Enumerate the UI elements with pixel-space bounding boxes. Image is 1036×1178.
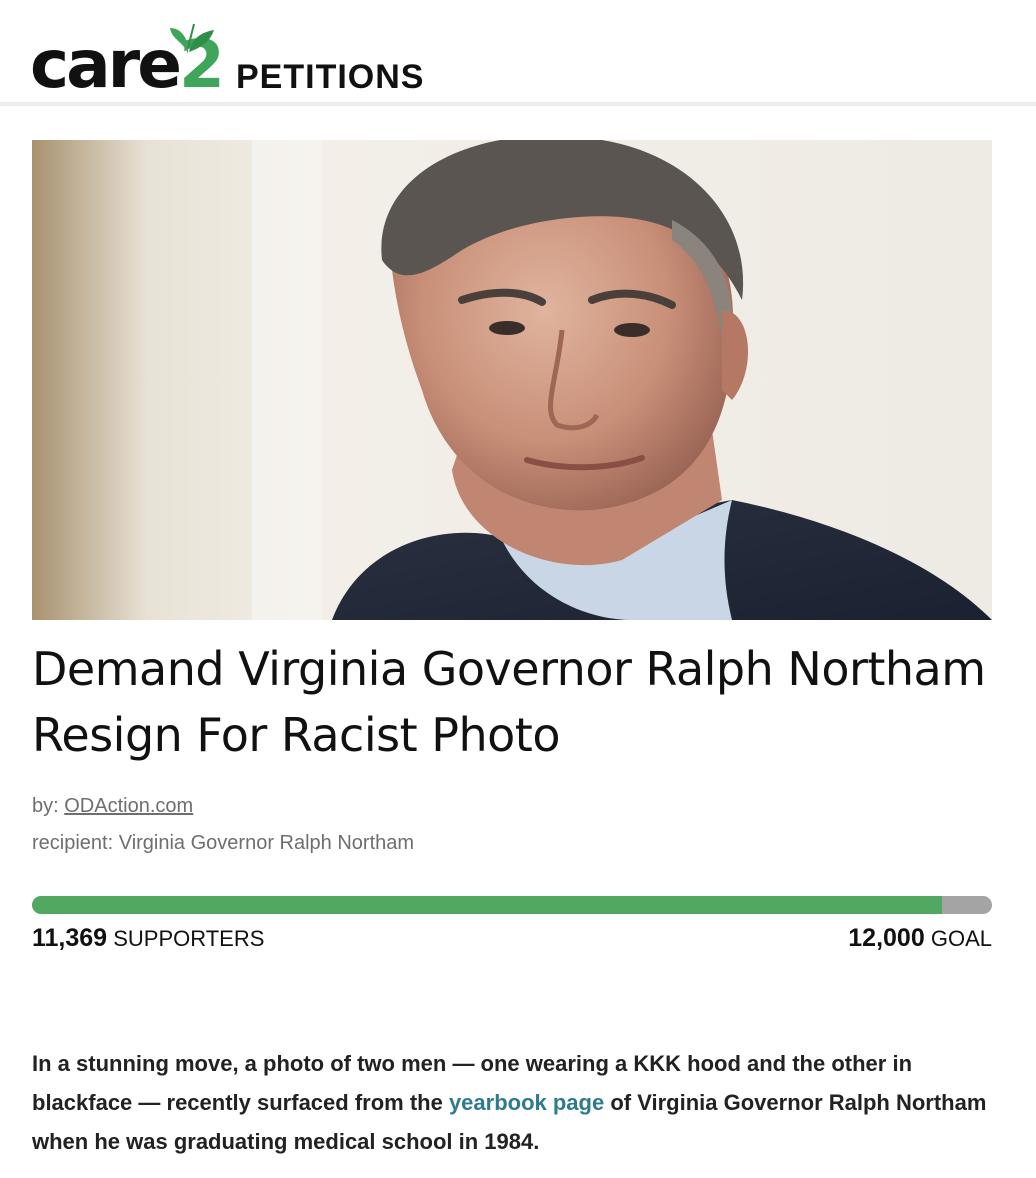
butterfly-icon (170, 23, 214, 54)
signature-progress-bar (32, 896, 992, 914)
yearbook-page-link[interactable]: yearbook page (449, 1090, 604, 1115)
logo-word: care (30, 26, 182, 103)
recipient-name: Virginia Governor Ralph Northam (118, 832, 415, 854)
author-label: by: (32, 795, 59, 817)
progress-fill (32, 896, 942, 914)
care2-logo[interactable]: care2 (30, 18, 225, 98)
section-title[interactable]: PETITIONS (236, 60, 424, 94)
petition-description: In a stunning move, a photo of two men —… (32, 1044, 992, 1161)
site-header: care2 PETITIONS (0, 0, 1036, 106)
author-link[interactable]: ODAction.com (64, 795, 193, 817)
goal-count: 12,000 GOAL (848, 924, 992, 953)
petition-title: Demand Virginia Governor Ralph Northam R… (32, 642, 986, 762)
recipient-label: recipient: (32, 832, 114, 854)
supporters-number: 11,369 (32, 924, 108, 952)
petition-author: by: ODAction.com (32, 795, 193, 818)
signature-counts: 11,369 SUPPORTERS 12,000 GOAL (32, 924, 992, 953)
goal-number: 12,000 (848, 924, 925, 952)
goal-label: GOAL (930, 926, 992, 951)
supporters-label: SUPPORTERS (113, 926, 265, 951)
petition-recipient: recipient: Virginia Governor Ralph North… (32, 832, 414, 855)
supporters-count: 11,369 SUPPORTERS (32, 924, 264, 953)
hero-image (32, 140, 992, 620)
portrait-photo (32, 140, 992, 620)
